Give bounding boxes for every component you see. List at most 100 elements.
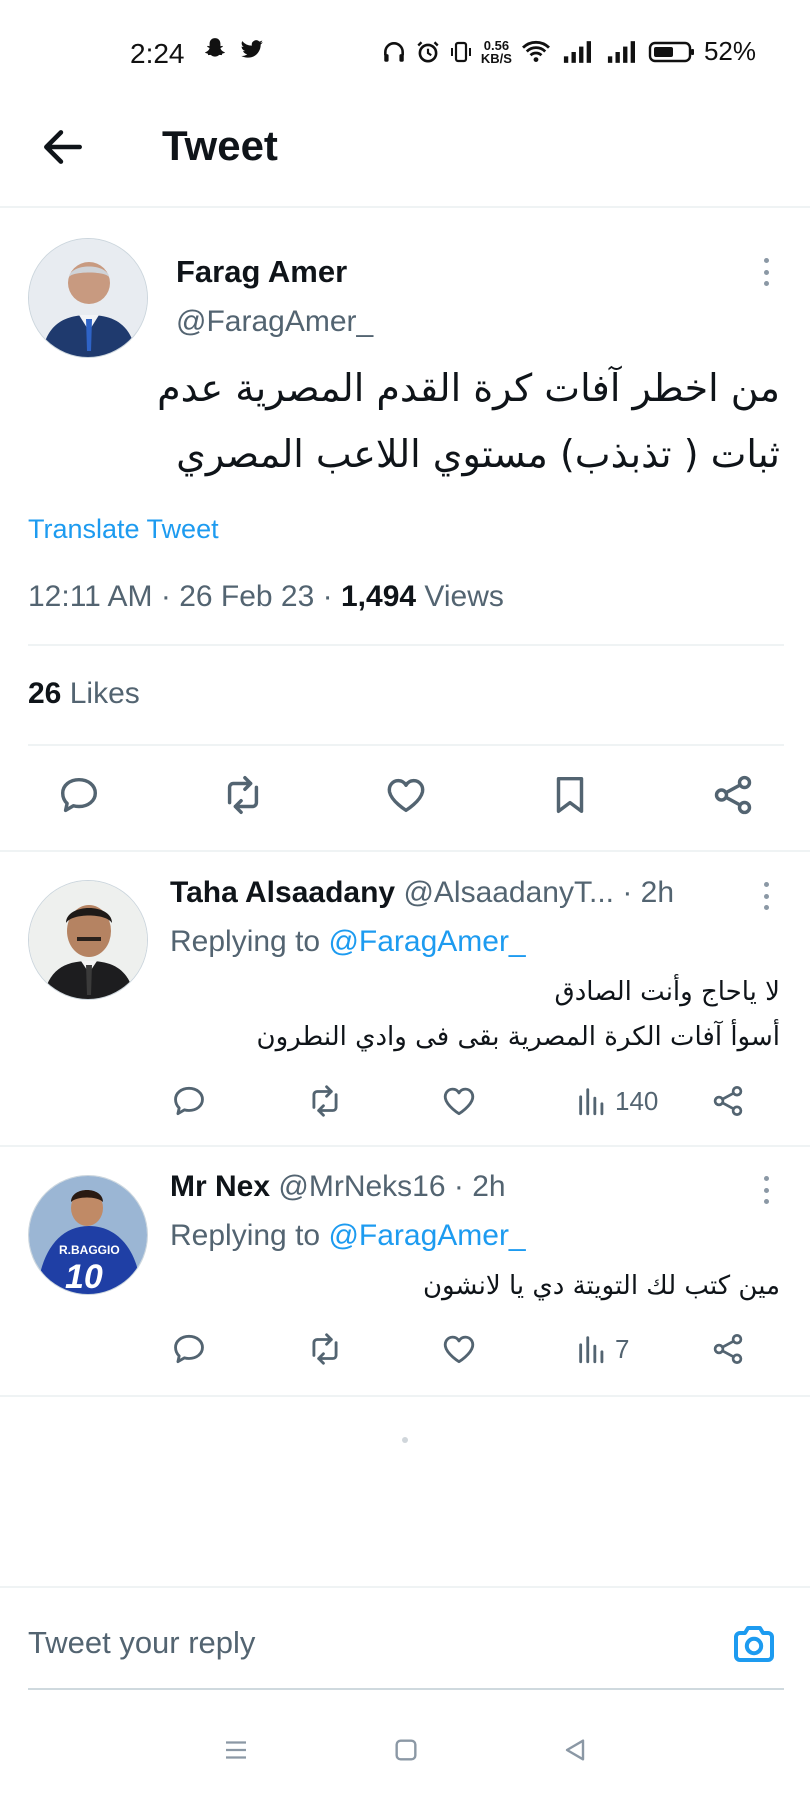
reply-author-handle[interactable]: @MrNeks16 bbox=[278, 1170, 445, 1203]
replying-to-link[interactable]: @FaragAmer_ bbox=[328, 925, 525, 958]
share-icon bbox=[713, 1334, 743, 1364]
reply-icon bbox=[60, 777, 98, 813]
composer-bottom-divider bbox=[28, 1688, 784, 1690]
reply-author-name[interactable]: Mr Nex bbox=[170, 1170, 270, 1203]
reply-author-name[interactable]: Taha Alsaadany bbox=[170, 876, 395, 909]
share-icon bbox=[714, 775, 752, 815]
likes-label: Likes bbox=[69, 677, 140, 710]
divider bbox=[0, 1145, 810, 1147]
bookmark-button[interactable] bbox=[545, 770, 595, 820]
share-icon bbox=[713, 1086, 743, 1116]
status-indicators: 0.56 KB/S 52% bbox=[381, 36, 756, 67]
status-time: 2:24 bbox=[130, 38, 185, 69]
avatar-photo: R.BAGGIO 10 bbox=[29, 1176, 147, 1294]
reply-age: · 2h bbox=[453, 1170, 506, 1203]
meta-separator: · bbox=[322, 580, 341, 613]
battery-percent: 52% bbox=[703, 36, 756, 66]
tweet-time[interactable]: 12:11 AM bbox=[28, 580, 153, 613]
page-title: Tweet bbox=[162, 122, 278, 169]
share-button[interactable] bbox=[710, 1331, 746, 1367]
reply-header: Mr Nex @MrNeks16 · 2h bbox=[170, 1170, 506, 1204]
reply-input[interactable] bbox=[28, 1625, 678, 1661]
like-button[interactable] bbox=[381, 770, 431, 820]
like-button[interactable] bbox=[440, 1082, 575, 1120]
back-arrow-icon bbox=[44, 130, 82, 164]
tweet-actions bbox=[28, 770, 784, 820]
replying-label: Replying to bbox=[170, 1219, 321, 1252]
more-options-button[interactable] bbox=[756, 1170, 776, 1210]
tweet-meta: 12:11 AM · 26 Feb 23 · 1,494 Views bbox=[28, 580, 504, 614]
recent-apps-icon[interactable] bbox=[219, 1735, 253, 1765]
reply-text-line: أسوأ آفات الكرة المصرية بقى فى وادي النط… bbox=[256, 1022, 780, 1052]
twitter-icon bbox=[241, 40, 263, 58]
jersey-name: R.BAGGIO bbox=[59, 1243, 120, 1257]
more-icon-dot bbox=[763, 269, 769, 275]
status-app-icons bbox=[202, 36, 266, 62]
author-name[interactable]: Farag Amer bbox=[176, 254, 347, 290]
divider bbox=[28, 644, 784, 646]
author-handle[interactable]: @FaragAmer_ bbox=[176, 305, 373, 339]
system-nav-bar bbox=[0, 1720, 810, 1780]
loading-indicator bbox=[402, 1437, 408, 1443]
back-triangle-icon[interactable] bbox=[559, 1734, 591, 1766]
more-icon-dot bbox=[763, 281, 769, 286]
reply-button[interactable] bbox=[54, 770, 104, 820]
more-options-button[interactable] bbox=[756, 876, 776, 916]
snapchat-icon bbox=[205, 38, 225, 57]
likes-stat[interactable]: 26 Likes bbox=[28, 677, 140, 711]
home-icon[interactable] bbox=[390, 1734, 422, 1766]
views-button[interactable]: 140 bbox=[575, 1084, 710, 1118]
views-count: 1,494 bbox=[340, 580, 417, 613]
headphones-icon bbox=[383, 41, 404, 62]
reply-author-handle[interactable]: @AlsaadanyT... bbox=[403, 876, 614, 909]
vibrate-icon bbox=[450, 41, 471, 62]
more-icon-dot bbox=[763, 1187, 769, 1193]
reply-actions: 140 bbox=[170, 1082, 770, 1120]
reply-icon bbox=[174, 1334, 204, 1364]
reply-text-line: لا ياحاج وأنت الصادق bbox=[554, 977, 780, 1007]
replying-to: Replying to @FaragAmer_ bbox=[170, 1219, 526, 1253]
replying-to: Replying to @FaragAmer_ bbox=[170, 925, 526, 959]
share-button[interactable] bbox=[708, 770, 758, 820]
net-speed: 0.56 KB/S bbox=[481, 39, 512, 65]
tweet-date[interactable]: 26 Feb 23 bbox=[179, 580, 314, 613]
author-avatar[interactable] bbox=[28, 238, 148, 358]
more-icon-dot bbox=[763, 258, 769, 263]
more-icon-dot bbox=[763, 1176, 769, 1181]
more-options-button[interactable] bbox=[756, 252, 776, 292]
divider bbox=[28, 744, 784, 746]
retweet-icon bbox=[312, 1333, 338, 1365]
wifi-icon bbox=[521, 40, 550, 62]
avatar-photo bbox=[29, 881, 147, 999]
views-icon bbox=[579, 1336, 604, 1364]
views-label: Views bbox=[424, 580, 504, 613]
share-button[interactable] bbox=[710, 1083, 746, 1119]
reply-header: Taha Alsaadany @AlsaadanyT... · 2h bbox=[170, 876, 674, 910]
reply-actions: 7 bbox=[170, 1330, 770, 1368]
like-icon bbox=[443, 1087, 475, 1116]
composer-top-divider bbox=[0, 1586, 810, 1588]
more-icon-dot bbox=[763, 1199, 769, 1204]
tweet-text-line: ثبات ( تذبذب) مستوي اللاعب المصري bbox=[176, 432, 780, 476]
views-icon bbox=[579, 1088, 604, 1116]
reply-text: لا ياحاج وأنت الصادق أسوأ آفات الكرة الم… bbox=[200, 970, 780, 1060]
divider bbox=[0, 850, 810, 852]
views-button[interactable]: 7 bbox=[575, 1332, 710, 1366]
translate-tweet-link[interactable]: Translate Tweet bbox=[28, 514, 219, 545]
reply-avatar[interactable] bbox=[28, 880, 148, 1000]
retweet-button[interactable] bbox=[305, 1082, 440, 1120]
more-icon-dot bbox=[763, 882, 769, 887]
retweet-button[interactable] bbox=[218, 770, 268, 820]
camera-button[interactable] bbox=[730, 1620, 778, 1668]
retweet-button[interactable] bbox=[305, 1330, 440, 1368]
reply-age: · 2h bbox=[622, 876, 675, 909]
reply-button[interactable] bbox=[170, 1330, 305, 1368]
signal-1-icon bbox=[563, 40, 591, 63]
like-button[interactable] bbox=[440, 1330, 575, 1368]
retweet-icon bbox=[312, 1085, 338, 1117]
replying-to-link[interactable]: @FaragAmer_ bbox=[328, 1219, 525, 1252]
retweet-icon bbox=[227, 776, 258, 814]
back-button[interactable] bbox=[38, 122, 88, 172]
reply-button[interactable] bbox=[170, 1082, 305, 1120]
reply-avatar[interactable]: R.BAGGIO 10 bbox=[28, 1175, 148, 1295]
